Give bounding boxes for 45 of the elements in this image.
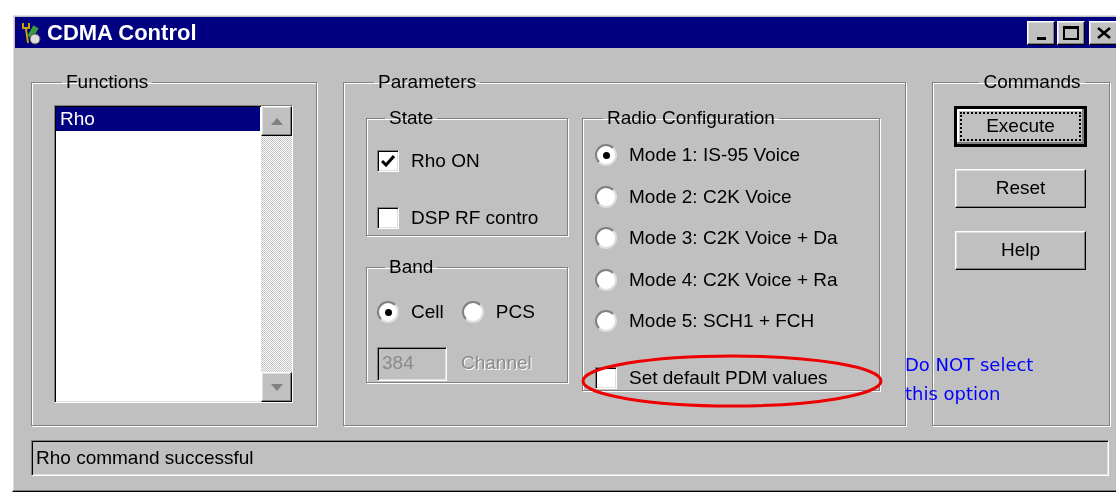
- radio-button[interactable]: [377, 301, 399, 324]
- radio-button[interactable]: [595, 185, 617, 208]
- checkbox-label: DSP RF contro: [411, 205, 539, 230]
- checkbox[interactable]: [377, 150, 399, 173]
- app-icon: [19, 20, 43, 45]
- radio-label: Mode 5: SCH1 + FCH: [629, 309, 815, 333]
- scrollbar[interactable]: [261, 106, 292, 402]
- channel-label: Channel: [461, 351, 532, 376]
- status-text: Rho command successful: [36, 445, 254, 470]
- radio-button[interactable]: [595, 227, 617, 250]
- window-title: CDMA Control: [47, 19, 197, 47]
- radio-label: Mode 3: C2K Voice + Da: [629, 226, 838, 250]
- radio-button[interactable]: [595, 310, 617, 333]
- checkbox[interactable]: [377, 206, 399, 229]
- radio-label: Cell: [411, 300, 444, 324]
- maximize-button[interactable]: [1057, 20, 1085, 45]
- group-title: Radio Configuration: [606, 107, 776, 129]
- radio-label: Mode 1: IS-95 Voice: [629, 143, 801, 167]
- function-list[interactable]: Rho: [54, 105, 293, 403]
- command-button[interactable]: Help: [955, 231, 1086, 270]
- radio-button[interactable]: [461, 301, 484, 324]
- close-icon: [1097, 26, 1111, 39]
- group-title: State: [388, 107, 435, 129]
- radio-button[interactable]: [595, 268, 617, 291]
- radio-label: Mode 4: C2K Voice + Ra: [629, 267, 838, 292]
- scroll-down-button[interactable]: [261, 372, 292, 402]
- close-button[interactable]: [1089, 20, 1116, 45]
- radio-label: Mode 2: C2K Voice: [629, 184, 792, 209]
- checkbox-label: Set default PDM values: [629, 365, 828, 390]
- group-title: Band: [388, 256, 435, 278]
- list-item[interactable]: Rho: [56, 107, 260, 131]
- check-icon: [381, 155, 395, 168]
- annotation-text: Do NOT select this option: [905, 353, 1035, 406]
- up-arrow-icon: [270, 117, 283, 125]
- minimize-button[interactable]: [1027, 20, 1055, 45]
- radio-label: PCS: [495, 300, 535, 324]
- group-title: Commands: [982, 71, 1082, 93]
- group-title: Parameters: [377, 71, 478, 93]
- command-button[interactable]: Execute: [955, 107, 1086, 146]
- radio-button[interactable]: [595, 144, 617, 167]
- checkbox-label: Rho ON: [411, 149, 480, 173]
- down-arrow-icon: [270, 383, 283, 391]
- command-button[interactable]: Reset: [955, 169, 1086, 208]
- group-title: Functions: [65, 71, 150, 93]
- scroll-up-button[interactable]: [261, 106, 292, 136]
